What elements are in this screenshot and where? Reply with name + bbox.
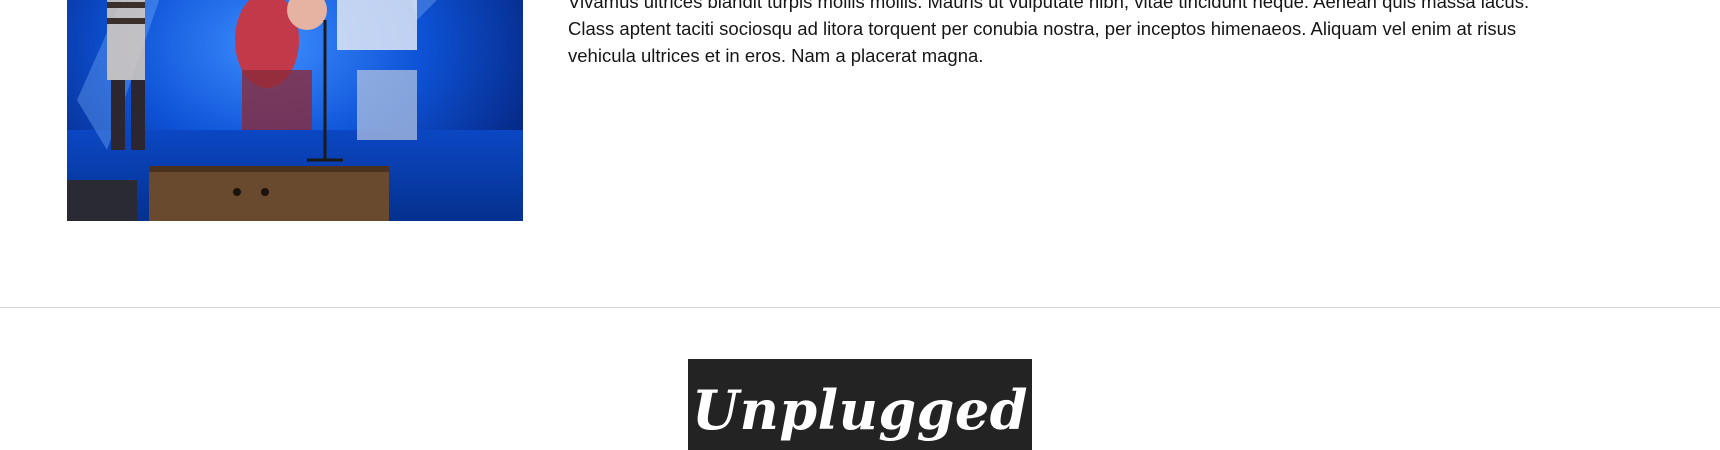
site-logo[interactable]: Unplugged <box>688 359 1032 450</box>
article-paragraph: Vivamus ultrices blandit turpis mollis m… <box>568 0 1578 69</box>
paragraph-line: vehicula ultrices et in eros. Nam a plac… <box>568 45 984 66</box>
article-section: Vivamus ultrices blandit turpis mollis m… <box>0 0 1720 307</box>
concert-photo[interactable] <box>67 0 523 221</box>
concert-photo-graphic <box>67 0 523 221</box>
paragraph-line: Class aptent taciti sociosqu ad litora t… <box>568 18 1517 39</box>
paragraph-line: Vivamus ultrices blandit turpis mollis m… <box>568 0 1530 12</box>
page: Vivamus ultrices blandit turpis mollis m… <box>0 0 1720 450</box>
footer: Unplugged <box>0 308 1720 450</box>
logo-text: Unplugged <box>691 378 1028 442</box>
